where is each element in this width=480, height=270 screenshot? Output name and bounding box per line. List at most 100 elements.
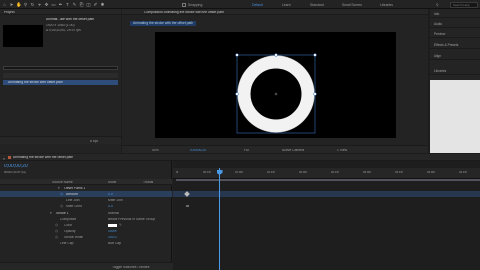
col-trkmat[interactable]: TrkMat: [143, 181, 153, 184]
brush-tool-icon[interactable]: ✎: [72, 2, 77, 7]
handle-tc: [274, 53, 278, 57]
toggle-switches-modes[interactable]: Toggle Switches / Modes: [112, 266, 150, 269]
top-toolbar: ⌂ ➤ ✋ ⚲ ↻ ⌖ ✥ ▭ ✒ T ✎ ⎘ ◫ ✐ ✱ Snapping D…: [0, 0, 480, 9]
row-label: Opacity: [64, 229, 76, 233]
row-label: Line Join: [66, 198, 80, 202]
stopwatch-icon[interactable]: ◷: [60, 192, 63, 196]
pan-behind-tool-icon[interactable]: ✥: [44, 2, 49, 7]
opacity-value[interactable]: 100%: [108, 230, 117, 233]
hand-tool-icon[interactable]: ✋: [16, 2, 22, 7]
home-icon[interactable]: ⌂: [2, 2, 7, 7]
bpc-label[interactable]: 8 bpc: [90, 140, 98, 143]
project-footer: 8 bpc: [0, 136, 121, 144]
workspace-libraries[interactable]: Libraries: [380, 3, 393, 7]
stopwatch-icon[interactable]: ◷: [60, 204, 63, 208]
eyedropper-icon[interactable]: ✎: [119, 223, 122, 227]
viewer-camera[interactable]: Active Camera: [282, 149, 304, 152]
libraries-preview-area: [430, 80, 480, 153]
row-label: Offset Paths 1: [64, 186, 86, 190]
panel-audio[interactable]: Audio: [430, 19, 480, 28]
ruler-label: 0f: [176, 170, 179, 174]
rectangle-tool-icon[interactable]: ▭: [51, 2, 56, 7]
row-label: Amount: [66, 192, 78, 196]
viewer-zoom[interactable]: 50%: [152, 149, 159, 152]
text-tool-icon[interactable]: T: [65, 2, 70, 7]
clone-stamp-tool-icon[interactable]: ⎘: [79, 2, 84, 7]
stopwatch-icon[interactable]: ◷: [55, 235, 58, 239]
row-label: Composite: [60, 217, 77, 221]
playhead-line[interactable]: [219, 168, 220, 270]
composite-value[interactable]: Below Previous in Same Group: [108, 218, 168, 221]
project-comp-name: Animati...ate with the offset path: [46, 18, 95, 21]
puppet-tool-icon[interactable]: ✱: [100, 2, 105, 7]
viewer-views[interactable]: 1 View: [337, 149, 347, 152]
ruler-label: 01:15f: [267, 170, 275, 174]
workspace-small-screen[interactable]: Small Screen: [342, 3, 362, 7]
handle-mr: [313, 92, 317, 96]
roto-brush-tool-icon[interactable]: ✐: [93, 2, 98, 7]
panel-effects-presets[interactable]: Effects & Presets: [430, 40, 480, 49]
stroke-mode-value[interactable]: Normal: [108, 212, 119, 215]
eraser-tool-icon[interactable]: ◫: [86, 2, 91, 7]
panel-libraries-label: Libraries: [434, 69, 447, 73]
project-panel-header: Project: [0, 9, 121, 15]
stroke-width-value[interactable]: 100.0: [108, 236, 117, 239]
search-placeholder: Search Help: [453, 3, 470, 7]
row-label: Color: [64, 223, 73, 227]
zoom-tool-icon[interactable]: ⚲: [23, 2, 28, 7]
timeline-tab-bar: × Animating the stroke with the offset p…: [0, 154, 480, 161]
project-comp-duration: Δ 0;00;10;00, 29.97 fps: [46, 29, 81, 32]
composition-breadcrumb[interactable]: Animating the stroke with the offset pat…: [130, 21, 197, 26]
workspace-learn[interactable]: Learn: [282, 3, 291, 7]
twirl-icon[interactable]: ▾: [50, 211, 52, 215]
ruler-label: 00:15f: [203, 170, 211, 174]
stopwatch-icon[interactable]: ◷: [55, 229, 58, 233]
workspace-default[interactable]: Default: [252, 3, 263, 7]
panel-libraries[interactable]: Libraries: [430, 66, 480, 75]
search-help-input[interactable]: Search Help: [450, 1, 478, 8]
row-line-cap[interactable]: Line Cap Butt Cap: [0, 240, 172, 246]
panel-align[interactable]: Align: [430, 51, 480, 60]
ruler-label: 03:15f: [395, 170, 403, 174]
ruler-label: 01:00f: [235, 170, 243, 174]
breadcrumb-label: Animating the stroke with the offset pat…: [133, 21, 194, 25]
panel-info-label: Info: [434, 12, 440, 16]
panel-audio-label: Audio: [434, 22, 443, 26]
project-comp-size: 1920 x 1080 (1.00): [46, 24, 75, 27]
stopwatch-icon[interactable]: ◷: [55, 223, 58, 227]
snapping-checkbox[interactable]: [182, 2, 186, 7]
project-search-input[interactable]: [3, 66, 118, 70]
panel-preview[interactable]: Preview: [430, 29, 480, 38]
line-cap-value[interactable]: Butt Cap: [108, 242, 121, 245]
project-item[interactable]: Animating the stroke with offset path: [3, 80, 118, 85]
pen-tool-icon[interactable]: ✒: [58, 2, 63, 7]
work-area-bar[interactable]: [176, 179, 480, 181]
row-miter-limit[interactable]: ◷ Miter Limit 4.0: [0, 203, 172, 209]
viewer-resolution[interactable]: Full: [244, 149, 249, 152]
amount-value[interactable]: 0.0: [108, 193, 113, 196]
twirl-icon[interactable]: ▾: [58, 186, 60, 190]
panel-info[interactable]: Info: [430, 9, 480, 18]
project-tab[interactable]: Project: [4, 11, 15, 14]
viewer-timecode[interactable]: 0;00;00;20: [190, 149, 206, 152]
panel-preview-label: Preview: [434, 32, 446, 36]
selection-tool-icon[interactable]: ➤: [9, 2, 14, 7]
workspace-standard[interactable]: Standard: [310, 3, 324, 7]
col-mode[interactable]: Mode: [108, 181, 116, 184]
timeline-tab[interactable]: Animating the stroke with the offset pat…: [13, 156, 73, 159]
composition-tab[interactable]: Composition Animating the stroke with th…: [144, 11, 224, 14]
color-swatch[interactable]: [108, 223, 117, 227]
composition-viewer[interactable]: [155, 32, 396, 138]
current-time-display[interactable]: 0;00;00;20: [4, 164, 28, 169]
search-icon[interactable]: ⚲: [436, 3, 438, 7]
composition-panel-header: Composition Animating the stroke with th…: [122, 9, 428, 15]
miter-limit-value[interactable]: 4.0: [108, 205, 113, 208]
line-join-value[interactable]: Miter Join: [108, 199, 123, 202]
offset-ring-shape[interactable]: [155, 32, 396, 138]
hold-marker: [186, 205, 189, 207]
close-tab-icon[interactable]: ×: [3, 156, 5, 161]
col-source-name[interactable]: Source Name: [52, 181, 73, 184]
rotate-tool-icon[interactable]: ↻: [30, 2, 35, 7]
comp-color-label: [8, 155, 11, 159]
camera-tool-icon[interactable]: ⌖: [37, 2, 42, 7]
